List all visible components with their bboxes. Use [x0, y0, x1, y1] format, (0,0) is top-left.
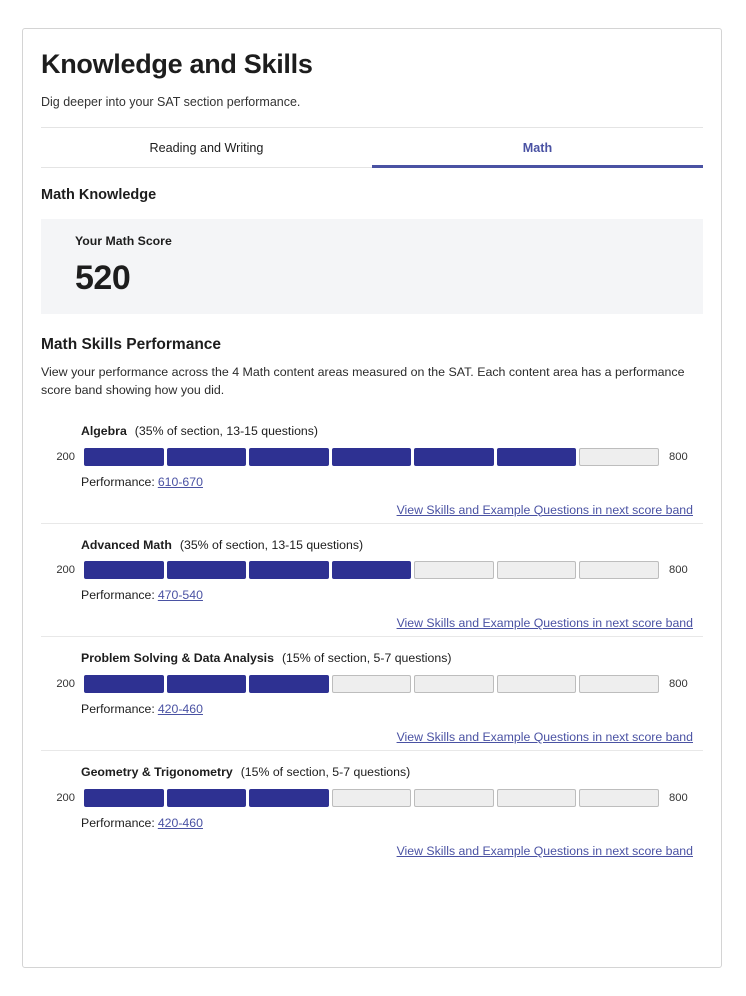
math-skills-performance-heading: Math Skills Performance — [41, 336, 703, 354]
section-tabs: Reading and Writing Math — [41, 127, 703, 168]
performance-row: Performance:610-670 — [81, 475, 703, 489]
page-title: Knowledge and Skills — [41, 49, 703, 80]
performance-row: Performance:470-540 — [81, 588, 703, 602]
band-segment-empty — [497, 675, 577, 693]
skill-list: Algebra (35% of section, 13-15 questions)… — [41, 410, 703, 864]
page-subtitle: Dig deeper into your SAT section perform… — [41, 94, 703, 110]
band-segment-filled — [249, 789, 329, 807]
performance-row: Performance:420-460 — [81, 702, 703, 716]
skill-meta: (15% of section, 5-7 questions) — [241, 765, 411, 779]
band-segment-empty — [497, 789, 577, 807]
math-skills-performance-description: View your performance across the 4 Math … — [41, 363, 691, 400]
score-value: 520 — [75, 261, 703, 295]
skill-row: Problem Solving & Data Analysis (15% of s… — [41, 636, 703, 750]
performance-band-link[interactable]: 610-670 — [158, 475, 203, 489]
skill-header: Advanced Math (35% of section, 13-15 ques… — [81, 538, 703, 553]
band-min-label: 200 — [41, 792, 84, 804]
score-band-row: 200 800 — [41, 675, 703, 693]
band-segment-filled — [167, 448, 247, 466]
math-knowledge-heading: Math Knowledge — [41, 187, 703, 203]
performance-band-link[interactable]: 420-460 — [158, 816, 203, 830]
view-link-row: View Skills and Example Questions in nex… — [41, 844, 703, 858]
band-segment-empty — [579, 448, 659, 466]
tab-label: Reading and Writing — [150, 141, 264, 155]
band-segment-empty — [579, 675, 659, 693]
knowledge-and-skills-card: Knowledge and Skills Dig deeper into you… — [22, 28, 722, 968]
page-root: Knowledge and Skills Dig deeper into you… — [0, 0, 746, 996]
score-band — [84, 561, 659, 579]
skill-name: Advanced Math — [81, 538, 172, 552]
skill-name: Problem Solving & Data Analysis — [81, 651, 274, 665]
band-segment-filled — [332, 561, 412, 579]
performance-label: Performance: — [81, 475, 155, 489]
your-math-score-box: Your Math Score 520 — [41, 219, 703, 313]
band-segment-filled — [84, 789, 164, 807]
performance-band-link[interactable]: 470-540 — [158, 588, 203, 602]
band-segment-filled — [84, 448, 164, 466]
band-segment-empty — [579, 789, 659, 807]
band-segment-filled — [167, 675, 247, 693]
band-segment-filled — [332, 448, 412, 466]
band-max-label: 800 — [659, 678, 703, 690]
band-segment-filled — [249, 561, 329, 579]
skill-header: Geometry & Trigonometry (15% of section, … — [81, 765, 703, 780]
skill-name: Geometry & Trigonometry — [81, 765, 233, 779]
band-segment-empty — [414, 561, 494, 579]
view-skills-and-example-questions-link[interactable]: View Skills and Example Questions in nex… — [397, 503, 693, 517]
score-label: Your Math Score — [75, 235, 703, 247]
skill-row: Advanced Math (35% of section, 13-15 ques… — [41, 523, 703, 637]
band-segment-filled — [84, 675, 164, 693]
band-segment-empty — [497, 561, 577, 579]
performance-label: Performance: — [81, 588, 155, 602]
band-segment-filled — [249, 675, 329, 693]
skill-meta: (35% of section, 13-15 questions) — [135, 424, 318, 438]
band-segment-filled — [167, 561, 247, 579]
band-min-label: 200 — [41, 564, 84, 576]
skill-row: Geometry & Trigonometry (15% of section, … — [41, 750, 703, 864]
skill-header: Problem Solving & Data Analysis (15% of s… — [81, 651, 703, 666]
band-max-label: 800 — [659, 451, 703, 463]
view-skills-and-example-questions-link[interactable]: View Skills and Example Questions in nex… — [397, 844, 693, 858]
band-segment-empty — [332, 789, 412, 807]
performance-label: Performance: — [81, 816, 155, 830]
skill-header: Algebra (35% of section, 13-15 questions) — [81, 424, 703, 439]
tab-label: Math — [523, 141, 552, 155]
view-link-row: View Skills and Example Questions in nex… — [41, 730, 703, 744]
score-band-row: 200 800 — [41, 561, 703, 579]
performance-row: Performance:420-460 — [81, 816, 703, 830]
performance-label: Performance: — [81, 702, 155, 716]
performance-band-link[interactable]: 420-460 — [158, 702, 203, 716]
band-segment-empty — [414, 675, 494, 693]
band-segment-filled — [497, 448, 577, 466]
band-segment-empty — [332, 675, 412, 693]
band-segment-filled — [249, 448, 329, 466]
score-band-row: 200 800 — [41, 448, 703, 466]
skill-meta: (35% of section, 13-15 questions) — [180, 538, 363, 552]
band-min-label: 200 — [41, 678, 84, 690]
score-band — [84, 675, 659, 693]
card-content: Knowledge and Skills Dig deeper into you… — [23, 29, 721, 864]
view-skills-and-example-questions-link[interactable]: View Skills and Example Questions in nex… — [397, 730, 693, 744]
view-skills-and-example-questions-link[interactable]: View Skills and Example Questions in nex… — [397, 616, 693, 630]
tab-math[interactable]: Math — [372, 128, 703, 167]
skill-name: Algebra — [81, 424, 127, 438]
view-link-row: View Skills and Example Questions in nex… — [41, 503, 703, 517]
score-band-row: 200 800 — [41, 789, 703, 807]
band-segment-filled — [414, 448, 494, 466]
band-segment-empty — [414, 789, 494, 807]
band-min-label: 200 — [41, 451, 84, 463]
skill-meta: (15% of section, 5-7 questions) — [282, 651, 452, 665]
band-segment-filled — [167, 789, 247, 807]
score-band — [84, 789, 659, 807]
tab-reading-and-writing[interactable]: Reading and Writing — [41, 128, 372, 167]
band-max-label: 800 — [659, 792, 703, 804]
score-band — [84, 448, 659, 466]
band-segment-filled — [84, 561, 164, 579]
band-max-label: 800 — [659, 564, 703, 576]
band-segment-empty — [579, 561, 659, 579]
skill-row: Algebra (35% of section, 13-15 questions)… — [41, 410, 703, 523]
view-link-row: View Skills and Example Questions in nex… — [41, 616, 703, 630]
